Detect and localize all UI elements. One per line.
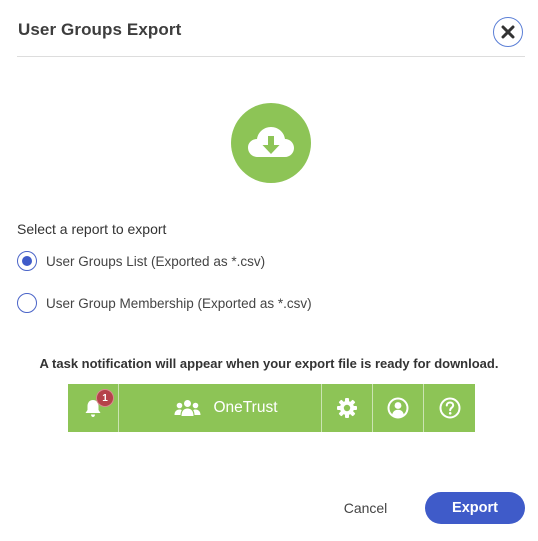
- notification-badge: 1: [96, 389, 114, 407]
- users-icon: [174, 400, 201, 416]
- user-circle-icon: [387, 397, 409, 419]
- radio-option-user-group-membership[interactable]: User Group Membership (Exported as *.csv…: [17, 293, 312, 313]
- help-cell: [424, 384, 475, 432]
- dialog-title: User Groups Export: [18, 20, 182, 39]
- help-icon: [439, 397, 460, 419]
- cancel-button[interactable]: Cancel: [333, 494, 398, 522]
- radio-selected-dot: [22, 256, 32, 266]
- radio-option-user-groups-list[interactable]: User Groups List (Exported as *.csv): [17, 251, 265, 271]
- radio-label: User Groups List (Exported as *.csv): [46, 253, 266, 269]
- notification-preview-bar: 1 OneTrust: [68, 384, 475, 432]
- gear-icon: [337, 398, 357, 418]
- notification-cell: 1: [68, 384, 119, 432]
- settings-cell: [322, 384, 373, 432]
- profile-cell: [373, 384, 424, 432]
- header-divider: [17, 56, 525, 57]
- export-button[interactable]: Export: [425, 492, 525, 524]
- report-prompt: Select a report to export: [17, 221, 167, 237]
- close-icon: [501, 25, 515, 39]
- close-button[interactable]: [493, 17, 523, 47]
- export-dialog: User Groups Export Select a report to ex…: [0, 0, 538, 541]
- brand-cell: OneTrust: [119, 384, 322, 432]
- cloud-download-icon: [248, 127, 294, 157]
- radio-button[interactable]: [17, 251, 37, 271]
- radio-button[interactable]: [17, 293, 37, 313]
- export-notice: A task notification will appear when you…: [39, 356, 499, 371]
- export-hero: [231, 103, 311, 183]
- radio-label: User Group Membership (Exported as *.csv…: [46, 295, 312, 311]
- brand-name: OneTrust: [213, 399, 278, 416]
